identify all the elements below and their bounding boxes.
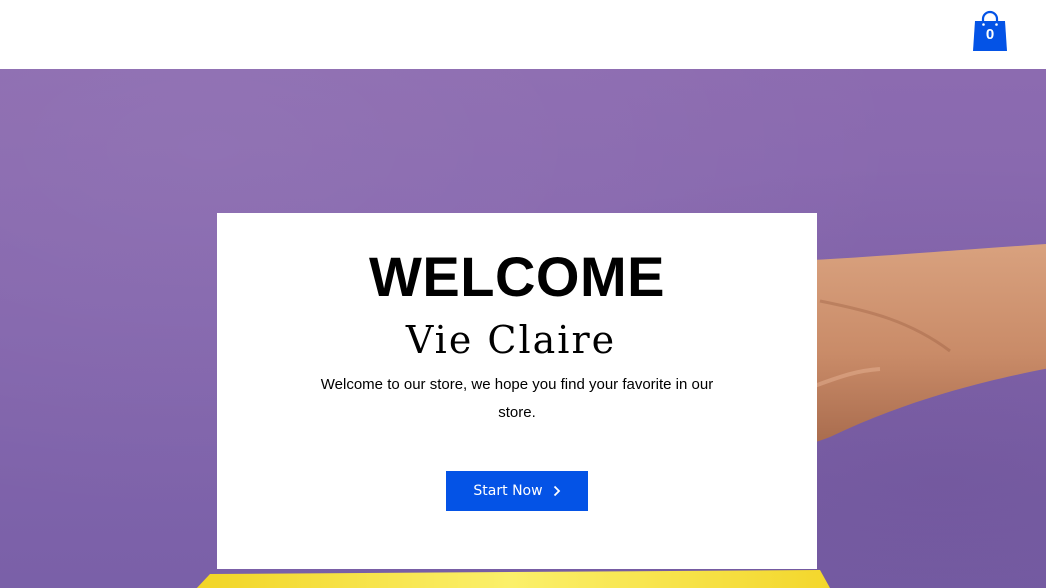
start-now-label: Start Now (473, 483, 543, 499)
page: 0 WELCOME Vie Claire Welcome to our stor… (0, 0, 1046, 588)
brand-name: Vie Claire (405, 318, 617, 362)
welcome-text: Welcome to our store, we hope you find y… (320, 376, 714, 421)
hero-arm-image (790, 243, 1046, 447)
chevron-right-icon (553, 485, 560, 497)
welcome-card: WELCOME Vie Claire Welcome to our store,… (217, 213, 817, 569)
welcome-heading: WELCOME (369, 245, 665, 308)
cart-count: 0 (985, 26, 995, 43)
site-header: 0 (0, 0, 1046, 69)
hero-yellow-object (196, 570, 830, 588)
cart-button[interactable]: 0 (971, 9, 1009, 53)
start-now-button[interactable]: Start Now (446, 471, 588, 511)
